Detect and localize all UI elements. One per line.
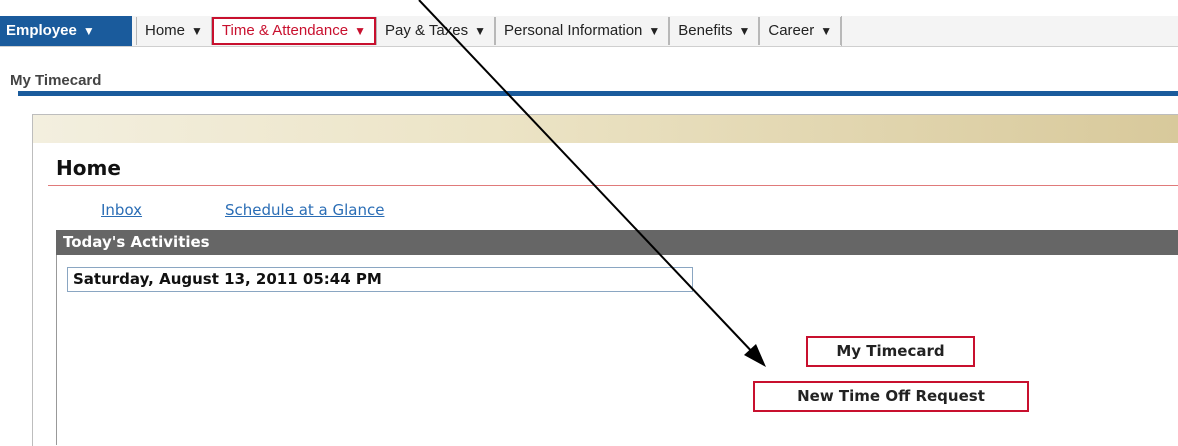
tab-home[interactable]: Home ▼ (136, 17, 212, 45)
current-datetime: Saturday, August 13, 2011 05:44 PM (67, 267, 693, 292)
tab-personal-information-label: Personal Information (503, 22, 643, 39)
tab-time-attendance-label: Time & Attendance (221, 22, 349, 39)
tab-personal-information[interactable]: Personal Information ▼ (494, 17, 670, 45)
tab-career-label: Career (768, 22, 815, 39)
my-timecard-button[interactable]: My Timecard (806, 336, 975, 367)
tab-pay-taxes-label: Pay & Taxes (384, 22, 469, 39)
header-band (33, 115, 1178, 143)
tab-benefits[interactable]: Benefits ▼ (669, 17, 760, 45)
tab-career[interactable]: Career ▼ (759, 17, 842, 45)
tab-pay-taxes[interactable]: Pay & Taxes ▼ (375, 17, 495, 45)
nav-spacer (841, 16, 982, 46)
tab-home-label: Home (145, 22, 186, 39)
inbox-link[interactable]: Inbox (101, 201, 142, 219)
activities-header: Today's Activities (56, 230, 1178, 255)
title-divider (18, 91, 1178, 96)
caret-down-icon: ▼ (191, 24, 203, 38)
page-title: My Timecard (10, 72, 102, 89)
new-time-off-request-button[interactable]: New Time Off Request (753, 381, 1029, 412)
caret-down-icon: ▼ (820, 24, 833, 38)
caret-down-icon: ▼ (474, 24, 486, 38)
nav-tabs: Home ▼ Time & Attendance ▼ Pay & Taxes ▼ Pe… (136, 16, 982, 46)
caret-down-icon: ▼ (354, 24, 366, 38)
top-nav-bar: Employee ▼ Home ▼ Time & Attendance ▼ Pay &… (0, 16, 1178, 47)
tab-benefits-label: Benefits (678, 22, 733, 39)
schedule-at-a-glance-link[interactable]: Schedule at a Glance (225, 201, 384, 219)
employee-menu-label: Employee (6, 22, 77, 39)
section-heading: Home (56, 156, 121, 180)
caret-down-icon: ▼ (738, 24, 751, 38)
caret-down-icon: ▼ (648, 24, 661, 38)
tab-time-attendance[interactable]: Time & Attendance ▼ (211, 17, 376, 45)
employee-menu[interactable]: Employee ▼ (0, 16, 132, 46)
heading-divider (48, 185, 1178, 186)
caret-down-icon: ▼ (82, 24, 95, 38)
